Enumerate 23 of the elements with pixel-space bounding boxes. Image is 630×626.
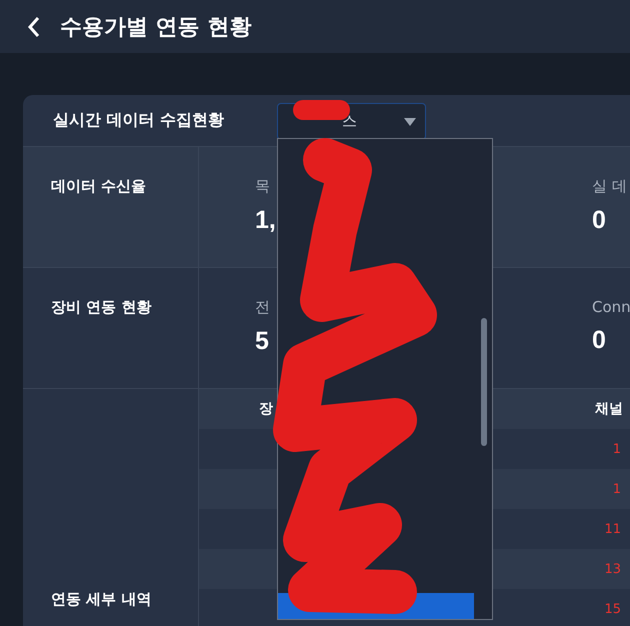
table-cell-text: 11 xyxy=(603,522,622,536)
back-icon[interactable] xyxy=(26,16,42,38)
column-header: 장 xyxy=(258,400,274,418)
table-cell-text: 13 xyxy=(603,562,622,576)
metric-value: 1, xyxy=(255,206,276,235)
caret-icon xyxy=(404,118,416,126)
metric-label: 실 데 xyxy=(592,177,627,196)
row-label: 데이터 수신율 xyxy=(51,177,146,195)
metric-value: 0 xyxy=(592,326,606,355)
row-label: 장비 연동 현황 xyxy=(51,298,152,316)
metric-value: 0 xyxy=(592,206,606,235)
metric-label: Conn xyxy=(592,298,630,316)
table-cell-text: 1 xyxy=(612,442,622,456)
metric-label: 목 xyxy=(255,177,270,196)
column-header: 채널 xyxy=(594,400,624,418)
table-cell-text: 1 xyxy=(612,482,622,496)
card-title: 실시간 데이터 수집현황 xyxy=(52,110,226,131)
page-title: 수용가별 연동 현황 xyxy=(60,14,252,42)
table-cell-text: 15 xyxy=(603,602,622,616)
scrollbar-thumb[interactable] xyxy=(481,318,487,446)
metric-label: 전 xyxy=(255,298,270,317)
metric-value: 5 xyxy=(255,327,269,356)
detail-label: 연동 세부 내역 xyxy=(51,590,152,609)
